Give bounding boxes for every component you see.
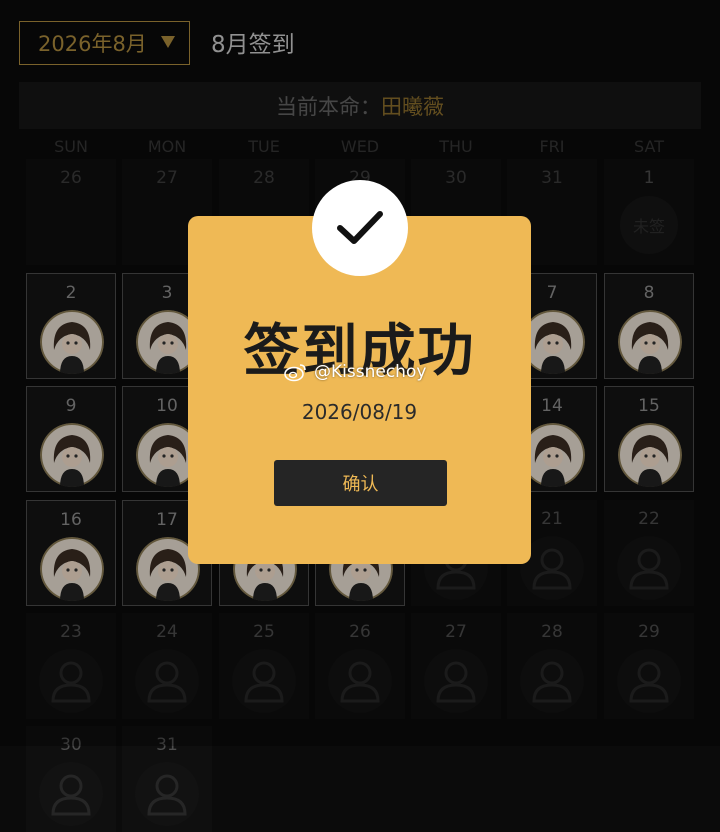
person-placeholder-icon [39, 762, 103, 826]
check-icon [337, 211, 383, 244]
watermark-text: @Kissnechoy [314, 362, 427, 382]
confirm-button[interactable]: 确认 [274, 460, 447, 506]
check-badge [312, 180, 408, 276]
modal-date: 2026/08/19 [301, 400, 418, 424]
weibo-icon [284, 364, 306, 382]
person-placeholder-icon [135, 762, 199, 826]
watermark: @Kissnechoy [284, 362, 426, 382]
